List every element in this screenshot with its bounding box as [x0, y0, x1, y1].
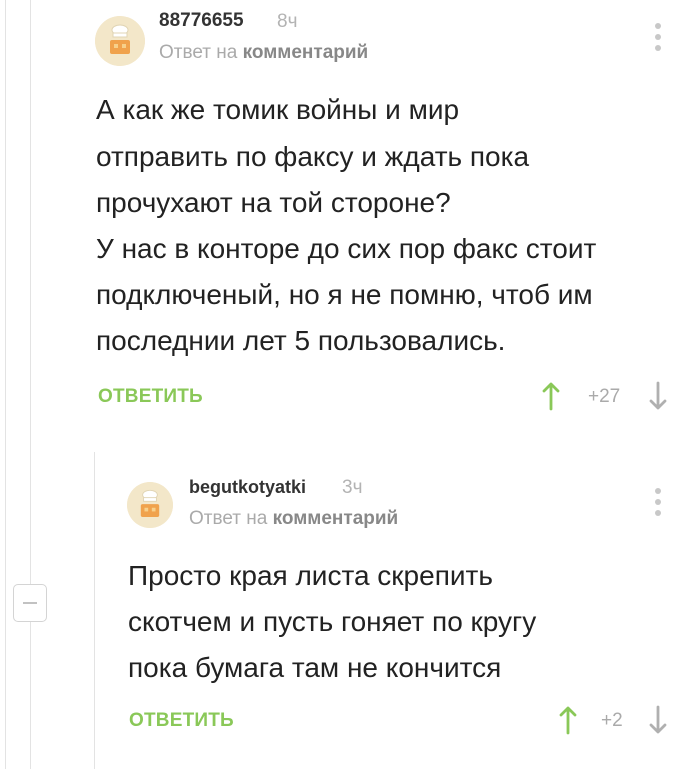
arrow-up-icon[interactable]: [541, 381, 561, 411]
arrow-down-icon[interactable]: [648, 381, 668, 411]
reply-button[interactable]: ОТВЕТИТЬ: [129, 710, 234, 732]
comment-text-line: скотчем и пусть гоняет по кругу: [128, 606, 537, 637]
more-options-icon[interactable]: [655, 23, 661, 51]
comment-time[interactable]: 3ч: [342, 477, 362, 499]
comment-text-line: прочухают на той стороне?: [96, 187, 451, 218]
avatar-chef-house-icon: [95, 16, 145, 66]
comment-rating: +2: [601, 710, 623, 731]
thread-line-reply: [94, 452, 95, 769]
comment-text-line: Просто края листа скрепить: [128, 560, 493, 591]
reply-to-link[interactable]: комментарий: [273, 508, 399, 529]
arrow-up-icon[interactable]: [558, 705, 578, 735]
comment-text-line: А как же томик войны и мир: [96, 94, 460, 125]
comment-text-line: подключеный, но я не помню, чтоб им: [96, 279, 593, 310]
reply-to-prefix: Ответ на: [159, 42, 238, 63]
reply-to-label: Ответ на комментарий: [159, 42, 368, 64]
reply-to-prefix: Ответ на: [189, 508, 268, 529]
avatar-chef-house-icon: [127, 482, 173, 528]
comment-rating: +27: [588, 386, 621, 407]
comment-text-line: У нас в конторе до сих пор факс стоит: [96, 233, 597, 264]
comment-text-line: пока бумага там не кончится: [128, 652, 502, 683]
comment-author[interactable]: begutkotyatki: [189, 477, 306, 498]
comment-text-line: отправить по факсу и ждать пока: [96, 141, 530, 172]
comment-author[interactable]: 88776655: [159, 10, 244, 32]
avatar[interactable]: [127, 482, 173, 528]
reply-to-link[interactable]: комментарий: [243, 42, 369, 63]
reply-to-label: Ответ на комментарий: [189, 508, 398, 530]
thread-line-branch: [30, 0, 31, 769]
minus-icon: [23, 602, 37, 604]
avatar[interactable]: [95, 16, 145, 66]
collapse-thread-button[interactable]: [13, 584, 47, 622]
comment-text-line: последнии лет 5 пользовались.: [96, 325, 506, 356]
thread-line-left: [5, 0, 6, 769]
comment-time[interactable]: 8ч: [277, 11, 297, 33]
more-options-icon[interactable]: [655, 488, 661, 516]
arrow-down-icon[interactable]: [648, 705, 668, 735]
reply-button[interactable]: ОТВЕТИТЬ: [98, 386, 203, 408]
